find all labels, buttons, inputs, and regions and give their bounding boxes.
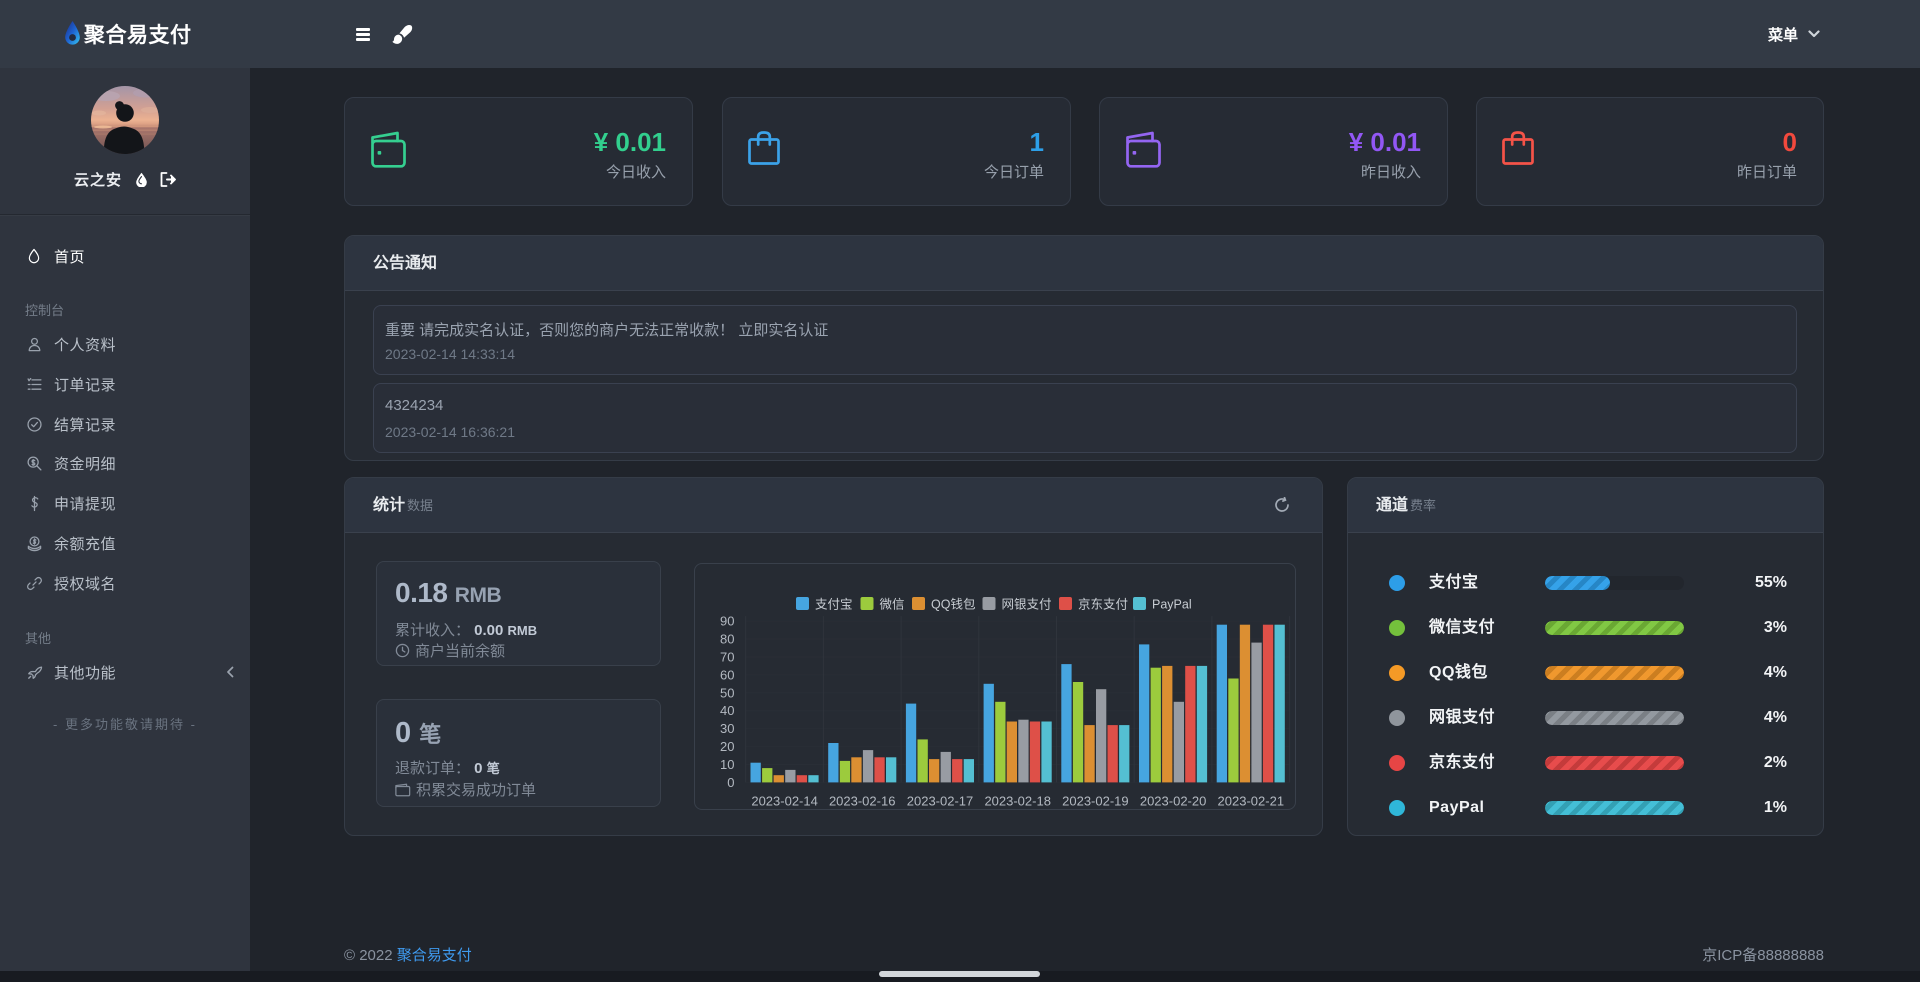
svg-text:2023-02-16: 2023-02-16 (829, 793, 896, 808)
svg-text:2023-02-21: 2023-02-21 (1218, 793, 1285, 808)
svg-text:10: 10 (720, 757, 734, 772)
svg-text:QQ钱包: QQ钱包 (931, 597, 975, 612)
svg-text:支付宝: 支付宝 (815, 598, 853, 612)
svg-text:2023-02-14: 2023-02-14 (751, 793, 818, 808)
svg-text:20: 20 (720, 739, 734, 754)
svg-text:2023-02-20: 2023-02-20 (1140, 793, 1207, 808)
svg-text:2023-02-18: 2023-02-18 (984, 793, 1050, 808)
svg-text:70: 70 (720, 650, 734, 665)
svg-text:0: 0 (727, 775, 734, 790)
svg-text:90: 90 (720, 614, 734, 629)
svg-text:30: 30 (720, 721, 734, 736)
svg-text:2023-02-19: 2023-02-19 (1062, 793, 1129, 808)
svg-text:80: 80 (720, 632, 734, 647)
svg-text:50: 50 (720, 685, 734, 700)
svg-text:60: 60 (720, 667, 734, 682)
svg-text:网银支付: 网银支付 (1002, 598, 1052, 612)
svg-text:40: 40 (720, 703, 734, 718)
svg-text:微信: 微信 (880, 598, 905, 612)
svg-text:2023-02-17: 2023-02-17 (907, 793, 974, 808)
svg-text:京东支付: 京东支付 (1078, 598, 1128, 612)
svg-text:PayPal: PayPal (1152, 598, 1192, 612)
